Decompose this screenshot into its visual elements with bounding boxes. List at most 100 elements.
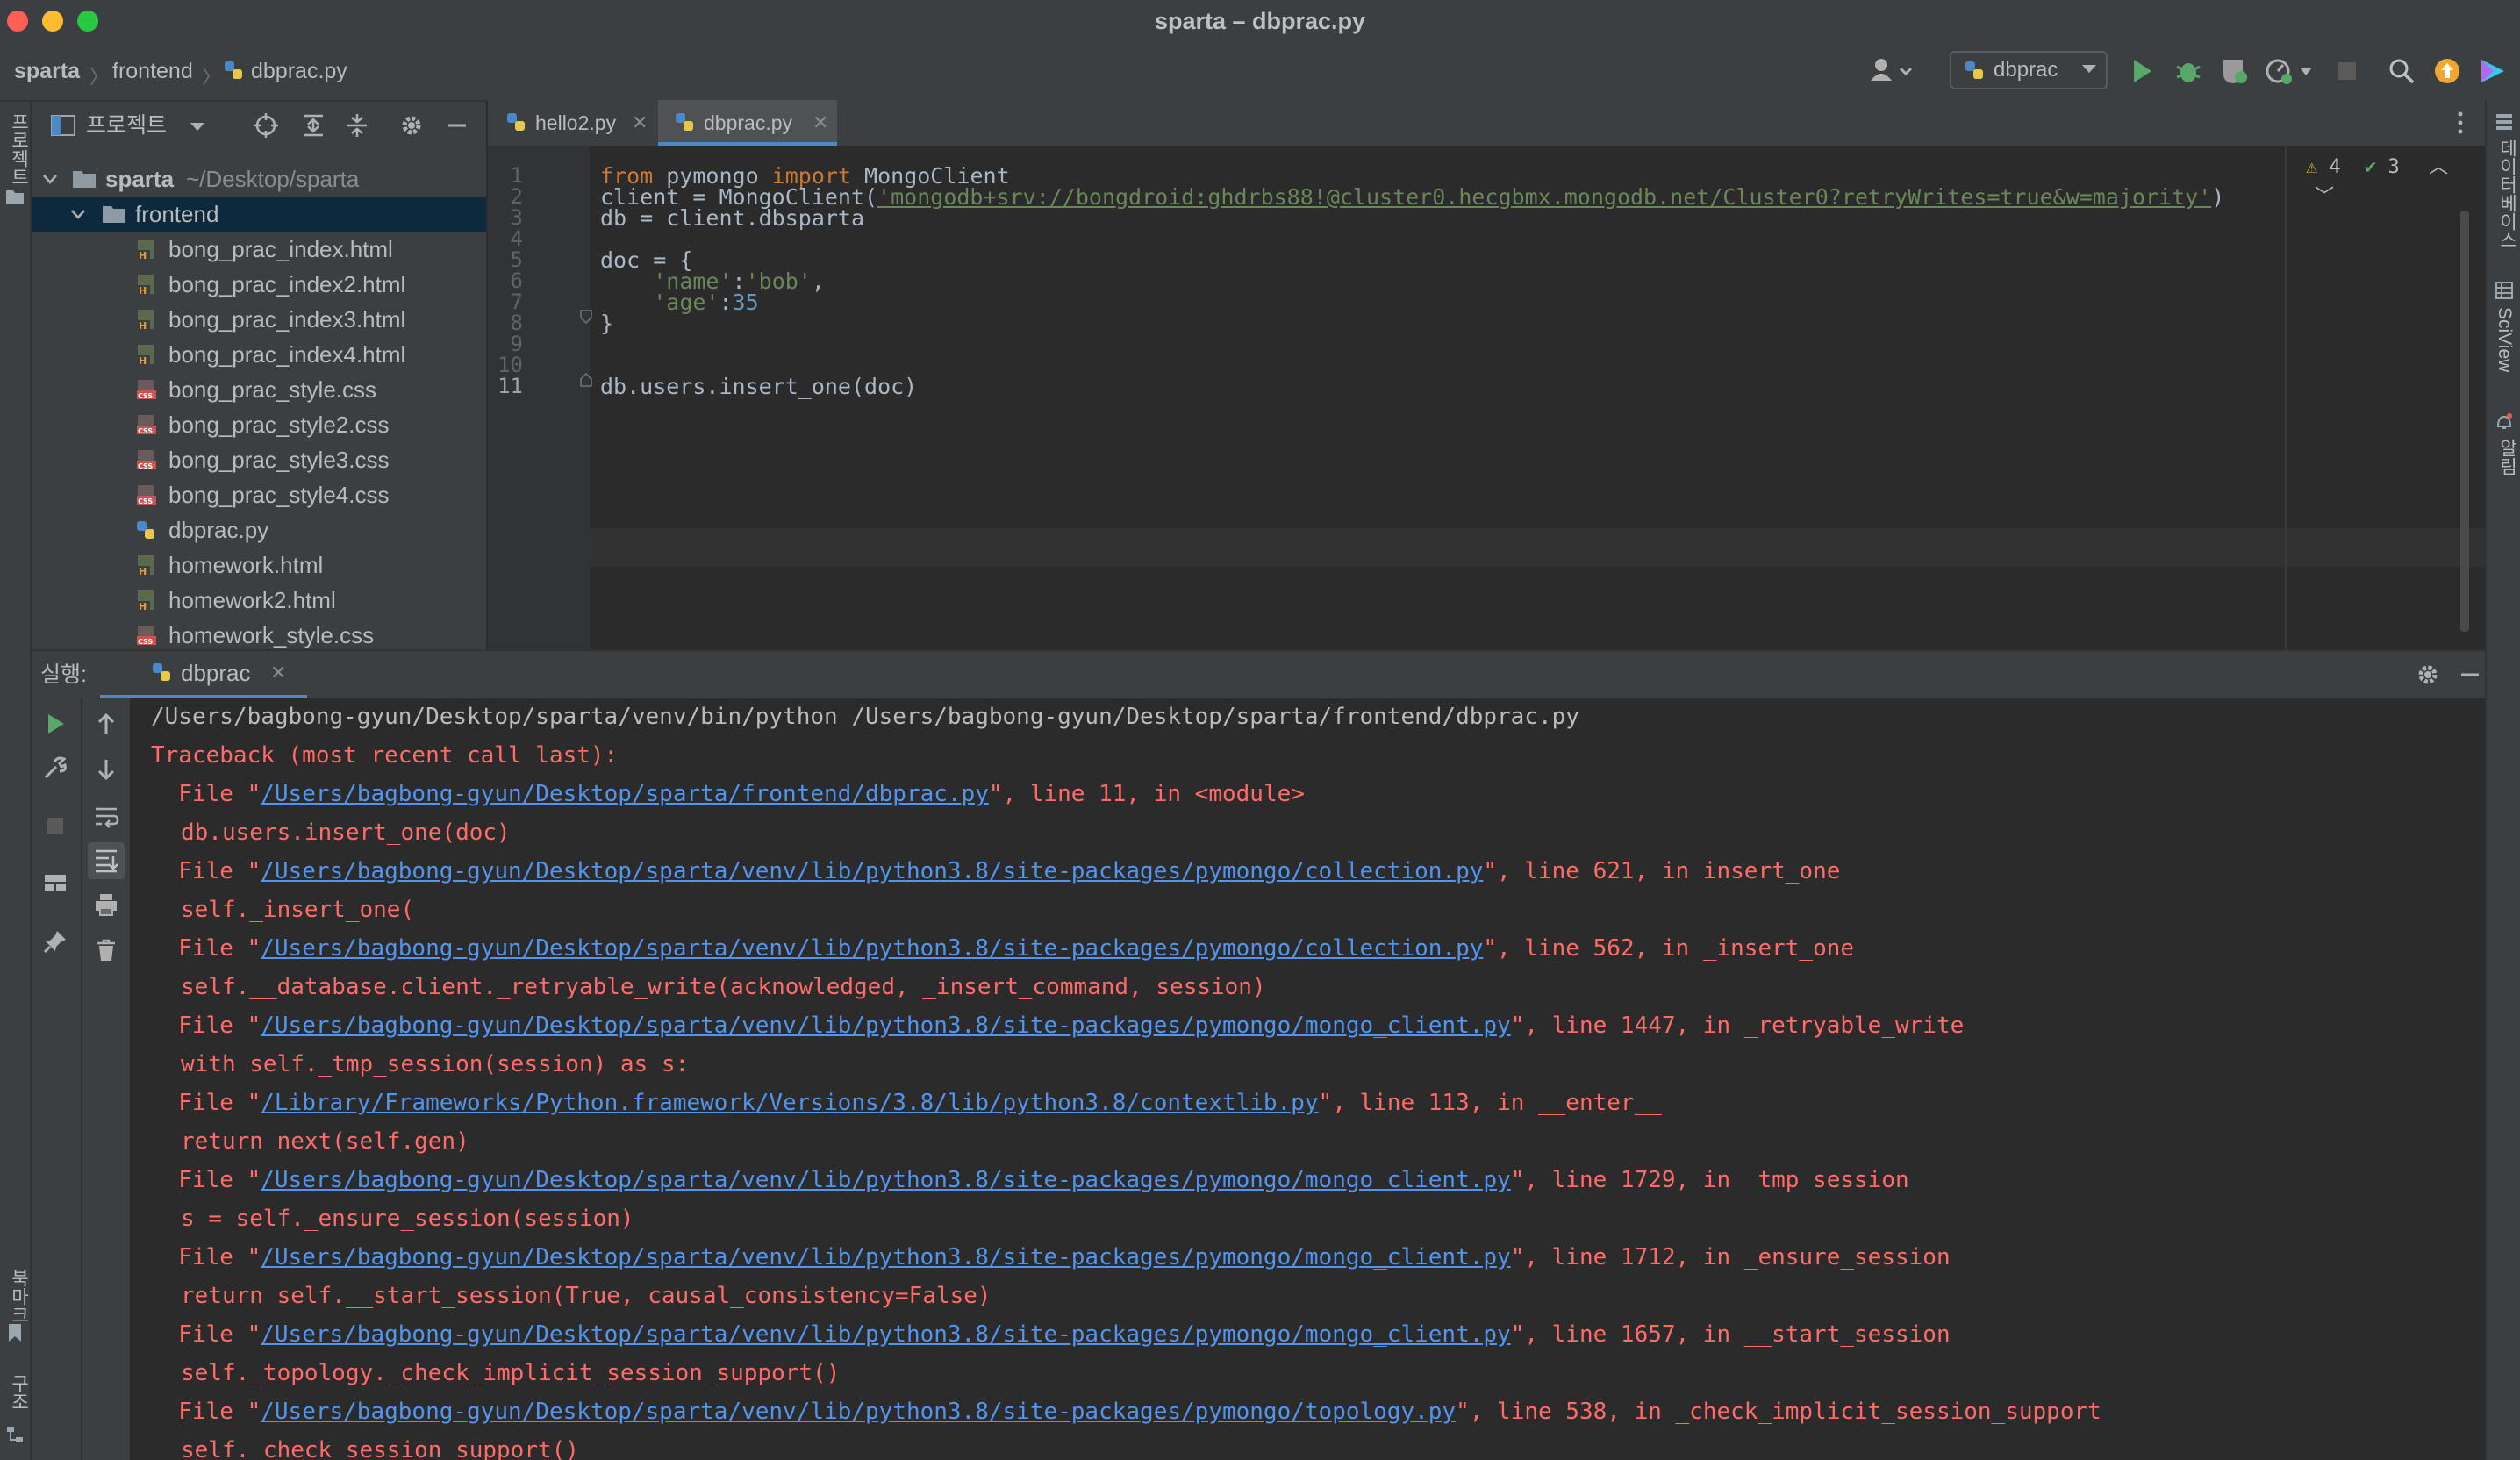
tree-file-item[interactable]: Hbong_prac_index3.html [32,302,486,337]
chevron-down-icon[interactable] [190,121,205,133]
traceback-code-line: self._topology._check_implicit_session_s… [181,1360,841,1386]
traceback-file-link[interactable]: /Users/bagbong-gyun/Desktop/sparta/venv/… [261,858,1483,884]
tree-file-item[interactable]: Hbong_prac_index4.html [32,337,486,372]
trash-icon[interactable] [93,937,119,963]
structure-tool-window-button[interactable]: 구조 [5,1374,32,1411]
scroll-to-end-icon[interactable] [88,842,125,879]
project-view-selector[interactable]: 프로젝트 [86,102,167,149]
tree-file-item[interactable]: CSS homework_style.css [32,618,486,649]
traceback-code-line: with self._tmp_session(session) as s: [181,1051,690,1077]
tree-file-item[interactable]: CSS bong_prac_style.css [32,372,486,407]
fold-icon[interactable] [579,372,593,388]
fold-icon[interactable] [579,309,593,325]
breadcrumb-project[interactable]: sparta [14,42,80,100]
database-tool-window-button[interactable]: 데이터베이스 [2494,139,2520,249]
wrench-icon[interactable] [42,755,68,781]
sciview-icon [2495,281,2514,300]
tree-root-sparta[interactable]: sparta ~/Desktop/sparta [32,161,486,197]
traceback-file-link[interactable]: /Users/bagbong-gyun/Desktop/sparta/front… [261,781,989,807]
traceback-code-line: return self.__start_session(True, causal… [181,1283,992,1309]
update-icon[interactable] [2432,56,2462,86]
tree-file-name: bong_prac_style4.css [168,482,390,508]
profiler-icon[interactable] [2264,56,2294,86]
tree-file-item[interactable]: CSS bong_prac_style3.css [32,442,486,477]
database-icon [2495,112,2514,132]
bookmarks-tool-window-button[interactable]: 북마크 [5,1269,32,1324]
svg-text:H: H [139,320,147,332]
tab-dbprac-py[interactable]: dbprac.py ✕ [658,100,837,146]
run-tab-dbprac[interactable]: dbprac ✕ [100,651,307,698]
close-icon[interactable]: ✕ [632,100,648,146]
traceback-file-prefix: File " [151,1399,261,1425]
chevron-down-icon[interactable] [42,174,58,186]
gear-icon[interactable] [398,112,425,139]
run-icon[interactable] [2129,56,2155,86]
user-account-icon[interactable] [1869,56,1913,86]
traceback-file-prefix: File " [151,1244,261,1270]
tree-file-item[interactable]: CSS bong_prac_style4.css [32,477,486,512]
tree-file-item[interactable]: dbprac.py [32,512,486,548]
close-icon[interactable]: ✕ [813,100,828,146]
debug-icon[interactable] [2174,56,2202,86]
chevron-down-icon[interactable] [70,209,86,221]
layout-icon[interactable] [42,870,68,897]
html-file-icon: H [135,274,158,297]
bookmark-icon [7,1323,23,1342]
project-tool-window-button[interactable]: 프로젝트 [5,112,32,186]
traceback-file-link[interactable]: /Users/bagbong-gyun/Desktop/sparta/venv/… [261,1167,1510,1193]
css-file-icon: CSS [135,625,158,648]
traceback-file-link[interactable]: /Users/bagbong-gyun/Desktop/sparta/venv/… [261,935,1483,962]
arrow-down-icon[interactable] [93,756,119,783]
traceback-location: ", line 1447, in _retryable_write [1510,1013,1965,1039]
sciview-tool-window-button[interactable]: SciView [2494,307,2515,372]
more-run-options-chevron-icon[interactable] [2299,67,2313,77]
hide-panel-icon[interactable] [2457,662,2483,688]
tree-file-item[interactable]: CSS bong_prac_style2.css [32,407,486,442]
notifications-tool-window-button[interactable]: 알림 [2494,439,2520,476]
traceback-location: ", line 621, in insert_one [1483,858,1841,884]
jetbrains-ai-icon[interactable] [2478,56,2508,86]
traceback-file-link[interactable]: /Library/Frameworks/Python.framework/Ver… [261,1090,1318,1116]
tree-file-item[interactable]: Hhomework.html [32,548,486,583]
chevron-down-icon[interactable]: ﹀ [2315,186,2334,208]
breadcrumb-file[interactable]: dbprac.py [251,42,347,100]
inspection-widget[interactable]: ⚠ 4 ✔ 3 ︿ ﹀ [2306,153,2485,208]
traceback-file-link[interactable]: /Users/bagbong-gyun/Desktop/sparta/venv/… [261,1244,1510,1270]
collapse-all-icon[interactable] [344,112,370,139]
rerun-icon[interactable] [42,711,68,737]
tree-file-item[interactable]: Hbong_prac_index2.html [32,267,486,302]
css-file-icon: CSS [135,379,158,402]
traceback-file-link[interactable]: /Users/bagbong-gyun/Desktop/sparta/venv/… [261,1399,1456,1425]
hide-panel-icon[interactable] [444,112,470,139]
coverage-icon[interactable] [2220,56,2250,86]
pin-icon[interactable] [42,928,68,955]
tree-folder-frontend[interactable]: frontend [32,197,486,232]
tab-hello2-py[interactable]: hello2.py ✕ [488,100,656,146]
stop-icon[interactable] [2334,56,2360,86]
soft-wrap-icon[interactable] [93,804,119,830]
tree-file-item[interactable]: Hbong_prac_index.html [32,232,486,267]
editor-scrollbar[interactable] [2460,211,2469,632]
html-file-icon: H [135,555,158,577]
locate-file-icon[interactable] [253,112,279,139]
close-icon[interactable]: ✕ [270,651,286,695]
more-options-icon[interactable] [2453,109,2467,137]
run-console[interactable]: /Users/bagbong-gyun/Desktop/sparta/venv/… [130,698,2485,1460]
expand-all-icon[interactable] [300,112,326,139]
stop-icon[interactable] [42,812,68,839]
traceback-file-prefix: File " [151,781,261,807]
chevron-up-icon[interactable]: ︿ [2429,156,2448,178]
run-configuration-dropdown[interactable]: dbprac [1950,51,2108,89]
gear-icon[interactable] [2415,662,2441,688]
run-panel-label: 실행: [40,662,87,687]
traceback-file-link[interactable]: /Users/bagbong-gyun/Desktop/sparta/venv/… [261,1321,1510,1348]
print-icon[interactable] [93,891,119,918]
tree-file-item[interactable]: Hhomework2.html [32,583,486,618]
traceback-file-link[interactable]: /Users/bagbong-gyun/Desktop/sparta/venv/… [261,1013,1510,1039]
arrow-up-icon[interactable] [93,711,119,737]
tree-file-name: bong_prac_style.css [168,376,377,403]
search-icon[interactable] [2387,56,2416,86]
tree-file-name: bong_prac_index4.html [168,341,406,368]
breadcrumb-folder[interactable]: frontend [112,42,193,100]
code-editor[interactable]: 1 2 3 4 5 6 7 8 9 10 11 from pymongo import MongoC… [488,146,2485,649]
